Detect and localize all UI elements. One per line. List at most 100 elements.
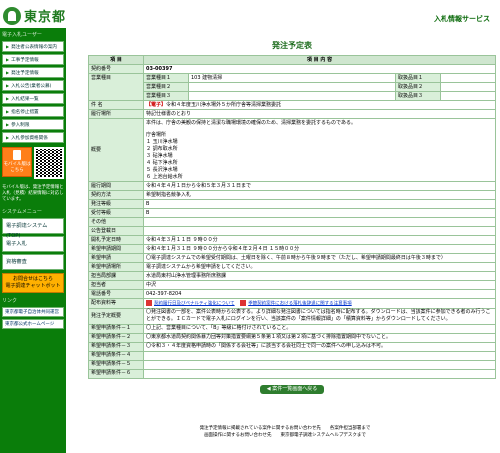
system-menu-title: システムメニュー bbox=[0, 207, 66, 216]
period-label: 履行期間 bbox=[88, 181, 144, 191]
apply-place-label: 希望申請場所 bbox=[88, 262, 144, 272]
biz-right3-label: 取扱品目３ bbox=[395, 91, 441, 101]
open-date-value: 令和４年３月１１日 ９時００分 bbox=[143, 235, 496, 245]
name-cell: 【電子】令和４年度玉川浄水場外５か所庁舎等清掃業務委託 bbox=[143, 100, 496, 110]
tokyo-logo[interactable]: 東京都 bbox=[3, 6, 66, 25]
sidebar-btn-qualification[interactable]: 資格審査 bbox=[2, 254, 64, 270]
biz-right2-label: 取扱品目２ bbox=[395, 82, 441, 92]
summary-line: ３ 砧浄水場 bbox=[146, 152, 173, 159]
phone-icon bbox=[12, 150, 21, 160]
req2-value: 〇東京都水道局契約関係暴力団等対策措置要綱第５条第１項又は第２項に基づく排除措置… bbox=[143, 332, 496, 343]
tel-label: 電話番号 bbox=[88, 289, 144, 299]
req4-label: 希望申請条件－４ bbox=[88, 350, 144, 361]
mobile-button[interactable]: モバイル版はこちら bbox=[2, 147, 32, 177]
sidebar-section-title: 電子入札ユーザー bbox=[0, 30, 66, 39]
contract-no-label: 契約番号 bbox=[88, 64, 144, 74]
sidebar-item-public-notice[interactable]: 入札公告(業者公募) bbox=[2, 80, 64, 91]
summary-line: ６ 上池台給水所 bbox=[146, 173, 183, 180]
apply-period-value: 令和４年１月３１日 ９時００分から令和４年２月４日 １５時００分 bbox=[143, 244, 496, 254]
order-grade-value: B bbox=[143, 199, 496, 209]
other-value bbox=[143, 217, 496, 227]
summary-line: １ 玉川浄水場 bbox=[146, 138, 178, 145]
order-grade-label: 発注等級 bbox=[88, 199, 144, 209]
location-value: 特記仕様書のとおり bbox=[143, 109, 496, 119]
summary-line: ４ 砧下浄水所 bbox=[146, 159, 178, 166]
col-item-header: 項 目 bbox=[88, 55, 144, 65]
dept-value: 水道局東村山浄水管理事務所庶務課 bbox=[143, 271, 496, 281]
req6-value bbox=[143, 368, 496, 379]
sidebar-item-suspension[interactable]: 指名停止措置 bbox=[2, 106, 64, 117]
mobile-section: モバイル版はこちら bbox=[2, 147, 64, 179]
contact-label: お問合せはこちら bbox=[12, 276, 53, 282]
business-type-label: 営業種目 bbox=[88, 73, 144, 101]
sidebar-menu: 発注者公表情報の案内 工事予定情報 発注予定情報 入札公告(業者公募) 入札結果… bbox=[0, 41, 66, 143]
footer-line: 画面操作に関するお問い合わせ先 東京都電子調達システムヘルプデスクまで bbox=[204, 433, 366, 438]
electronic-tag: 【電子】 bbox=[146, 101, 167, 108]
biz-right1-label: 取扱品目１ bbox=[395, 73, 441, 83]
open-date-label: 開札予定日時 bbox=[88, 235, 144, 245]
qr-code bbox=[33, 147, 64, 179]
req5-label: 希望申請条件－５ bbox=[88, 359, 144, 370]
footer-line: 発注予定情報に掲載されている案件に関するお問い合わせ先 各案件担当部署まで bbox=[199, 426, 371, 431]
distribution-value: 〇発注図書の一部を、案件公表時から公表する。より詳細な発注図書については指名時に… bbox=[143, 307, 496, 325]
person-value: 中沢 bbox=[143, 280, 496, 290]
req5-value bbox=[143, 359, 496, 370]
dept-label: 担当局部課 bbox=[88, 271, 144, 281]
tel-value: 042-397-8204 bbox=[143, 289, 496, 299]
sidebar-btn-top[interactable]: 電子調達システム(TOP) bbox=[2, 218, 64, 239]
req2-label: 希望申請条件－２ bbox=[88, 332, 144, 343]
req1-label: 希望申請条件－１ bbox=[88, 323, 144, 334]
method-label: 契約方法 bbox=[88, 190, 144, 200]
name-value: 令和４年度玉川浄水場外５か所庁舎等清掃業務委託 bbox=[166, 101, 282, 108]
req3-value: 〇令和３・４年度資格申請時の「関係する会社等」に該当する会社同士で同一の案件への… bbox=[143, 341, 496, 352]
summary-value: 本件は、庁舎の美観の保持と清潔な職場環境の確保のため、清掃業務を委託するものであ… bbox=[143, 118, 496, 182]
sidebar-item-bid-results[interactable]: 入札結果一覧 bbox=[2, 93, 64, 104]
other-label: その他 bbox=[88, 217, 144, 227]
summary-line: ５ 長沢浄水場 bbox=[146, 166, 178, 173]
person-label: 担当者 bbox=[88, 280, 144, 290]
sidebar-btn-ebid[interactable]: 電子入札 bbox=[2, 236, 64, 252]
sidebar-item-order-plan[interactable]: 発注予定情報 bbox=[2, 67, 64, 78]
apply-place-value: 電子調達システムから希望申請をしてください。 bbox=[143, 262, 496, 272]
publish-date-value bbox=[143, 226, 496, 236]
biz-sub2-label: 営業種目２ bbox=[143, 82, 189, 92]
contact-button[interactable]: お問合せはこちら 電子調達チャットボット bbox=[2, 273, 64, 293]
sidebar-item-disclosure[interactable]: 発注者公表情報の案内 bbox=[2, 41, 64, 52]
biz-sub3-label: 営業種目３ bbox=[143, 91, 189, 101]
order-detail-table: 項 目 項 目 内 容 契約番号 03-00397 営業種目 営業種目１ 103… bbox=[88, 55, 496, 379]
biz-sub3-value bbox=[188, 91, 396, 101]
main-content: 発注予定表 項 目 項 目 内 容 契約番号 03-00397 営業種目 営業種… bbox=[88, 40, 496, 400]
logo-text: 東京都 bbox=[24, 10, 67, 25]
docs-value: 契約履行日及びペナルティ強化について 季節契約案件における落札後辞退に関する注意… bbox=[143, 298, 496, 309]
contract-no-value: 03-00397 bbox=[143, 64, 496, 74]
link-official-site[interactable]: 東京都公式ホームページ bbox=[2, 319, 64, 329]
footer: 発注予定情報に掲載されている案件に関するお問い合わせ先 各案件担当部署まで 画面… bbox=[70, 425, 500, 439]
apply-period-label: 希望申請期間 bbox=[88, 244, 144, 254]
sidebar-item-construction-plan[interactable]: 工事予定情報 bbox=[2, 54, 64, 65]
biz-right3-value bbox=[440, 91, 496, 101]
sidebar-item-qualification[interactable]: 入札参加資格関係 bbox=[2, 132, 64, 143]
summary-intro: 本件は、庁舎の美観の保持と清潔な職場環境の確保のため、清掃業務を委託するものであ… bbox=[146, 119, 356, 126]
req3-label: 希望申請条件－３ bbox=[88, 341, 144, 352]
pdf-icon bbox=[240, 299, 247, 306]
biz-right2-value bbox=[440, 82, 496, 92]
location-label: 履行場所 bbox=[88, 109, 144, 119]
summary-line: 庁舎場所 bbox=[146, 131, 167, 138]
link-joint-operation[interactable]: 東京都電子自治体共同運営 bbox=[2, 307, 64, 317]
req4-value bbox=[143, 350, 496, 361]
page-title: 発注予定表 bbox=[272, 41, 312, 50]
sidebar-item-restriction[interactable]: 参入制限 bbox=[2, 119, 64, 130]
service-title: 入札情報サービス bbox=[434, 15, 490, 23]
back-to-list-button[interactable]: ◀ 案件一覧画面へ戻る bbox=[260, 384, 324, 394]
pdf-icon bbox=[146, 299, 152, 306]
biz-sub2-value bbox=[188, 82, 396, 92]
biz-sub1-label: 営業種目１ bbox=[143, 73, 189, 83]
left-sidebar: 電子入札ユーザー 発注者公表情報の案内 工事予定情報 発注予定情報 入札公告(業… bbox=[0, 28, 66, 453]
doc-link-penalty[interactable]: 契約履行日及びペナルティ強化について bbox=[154, 301, 235, 306]
publish-date-label: 公告登載日 bbox=[88, 226, 144, 236]
distribution-label: 発注予定概要 bbox=[88, 307, 144, 325]
link-section-title: リンク bbox=[0, 296, 66, 305]
biz-sub1-value: 103 建物清掃 bbox=[188, 73, 396, 83]
method-value: 希望制指名競争入札 bbox=[143, 190, 496, 200]
doc-link-withdrawal[interactable]: 季節契約案件における落札後辞退に関する注意事項 bbox=[248, 301, 352, 306]
